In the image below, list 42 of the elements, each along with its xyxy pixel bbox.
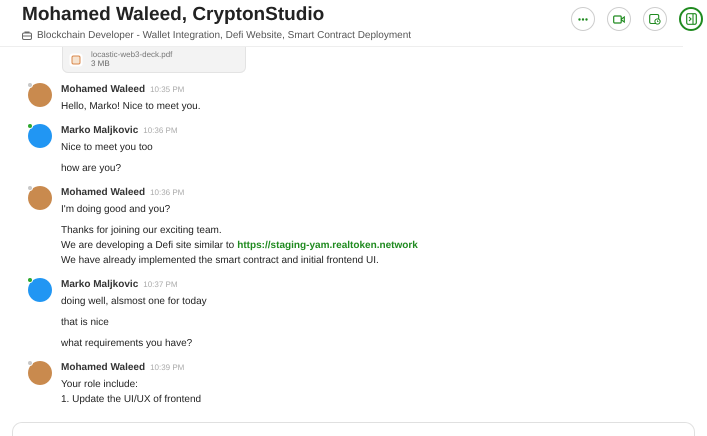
message-time: 10:35 PM bbox=[150, 84, 184, 96]
message-text: 1. Update the UI/UX of frontend bbox=[61, 393, 202, 407]
chat-subtitle: Blockchain Developer - Wallet Integration, Defi Website, Smart Contract Deployment bbox=[37, 29, 412, 43]
message-time: 10:39 PM bbox=[150, 362, 184, 374]
author-name: Mohamed Waleed bbox=[61, 361, 146, 375]
message-text: doing well, alsmost one for today bbox=[61, 295, 207, 309]
file-name: locastic-web3-deck.pdf bbox=[91, 50, 172, 59]
avatar bbox=[28, 361, 52, 385]
author-name: Mohamed Waleed bbox=[61, 83, 146, 97]
message-text: We have already implemented the smart contract and initial frontend UI. bbox=[61, 254, 380, 268]
more-button[interactable] bbox=[571, 7, 595, 31]
briefcase-icon bbox=[22, 31, 32, 40]
message-text: that is nice bbox=[61, 316, 110, 330]
message-text: Nice to meet you too bbox=[61, 141, 154, 155]
link[interactable]: https://staging-yam.realtoken.network bbox=[237, 238, 418, 253]
message-text: Your role include: bbox=[61, 378, 139, 392]
file-size: 3 MB bbox=[91, 59, 111, 69]
message-time: 10:36 PM bbox=[150, 187, 184, 199]
message-text: I'm doing good and you? bbox=[61, 203, 172, 217]
more-icon bbox=[578, 18, 588, 20]
pdf-file-icon bbox=[69, 52, 83, 66]
author-name: Marko Maljkovic bbox=[61, 124, 138, 138]
message-text: Hello, Marko! Nice to meet you. bbox=[61, 100, 200, 114]
message-time: 10:36 PM bbox=[143, 125, 178, 137]
avatar bbox=[28, 186, 52, 210]
video-call-button[interactable] bbox=[607, 7, 631, 31]
chat-title: Mohamed Waleed, CryptonStudio bbox=[22, 4, 326, 26]
author-name: Marko Maljkovic bbox=[61, 278, 138, 292]
panel-icon bbox=[686, 13, 696, 25]
message-text: We are developing a Defi site similar to bbox=[61, 239, 234, 253]
message-time: 10:37 PM bbox=[143, 279, 178, 291]
message-text: how are you? bbox=[61, 162, 122, 176]
video-icon bbox=[613, 14, 625, 24]
avatar bbox=[28, 278, 52, 302]
message-text: Thanks for joining our exciting team. bbox=[61, 224, 223, 238]
schedule-button[interactable] bbox=[643, 7, 667, 31]
author-name: Mohamed Waleed bbox=[61, 186, 146, 200]
message-text: what requirements you have? bbox=[61, 337, 194, 351]
avatar bbox=[28, 124, 52, 148]
avatar bbox=[28, 83, 52, 107]
side-panel-button[interactable] bbox=[679, 7, 703, 31]
calendar-clock-icon bbox=[649, 13, 661, 25]
